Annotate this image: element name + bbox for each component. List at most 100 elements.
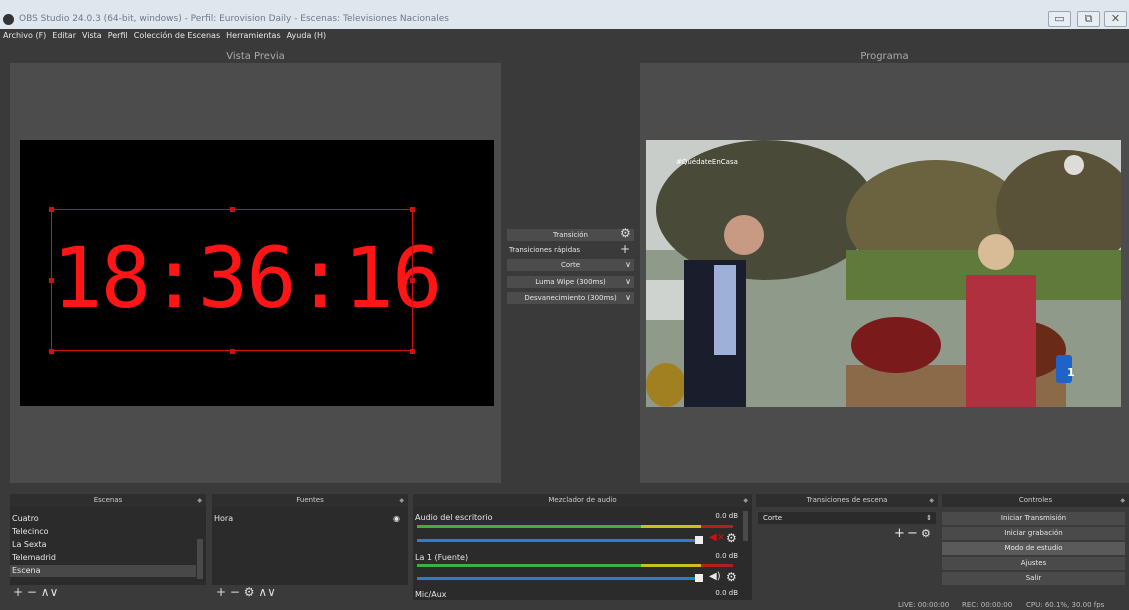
resize-handle[interactable]	[410, 349, 415, 354]
chevron-down-icon: ⇕	[926, 514, 932, 522]
quick-transition-item[interactable]: Corte ∨	[507, 259, 634, 271]
mixer-dock-header: Mezclador de audio ◆	[413, 494, 752, 507]
speaker-icon[interactable]: ◀)	[709, 571, 721, 582]
volume-meter-yellow	[641, 564, 701, 567]
controls-dock-header: Controles ◆	[942, 494, 1129, 507]
scrollbar[interactable]	[197, 539, 203, 579]
program-title: Programa	[860, 51, 909, 62]
volume-meter-red	[701, 525, 733, 528]
sources-list: Hora◉▪	[212, 507, 408, 585]
move-up-icon[interactable]: ∧	[258, 585, 267, 599]
remove-icon[interactable]: −	[230, 585, 240, 599]
resize-handle[interactable]	[410, 207, 415, 212]
muted-speaker-icon[interactable]: ◀×	[709, 532, 725, 543]
move-down-icon[interactable]: ∨	[267, 585, 276, 599]
menu-perfil[interactable]: Perfil	[105, 29, 131, 40]
eye-icon[interactable]: ◉	[393, 513, 400, 525]
scene-transitions-panel: Corte ⇕ + − ⚙	[756, 507, 938, 585]
add-icon[interactable]: +	[620, 242, 630, 256]
start-recording-button[interactable]: Iniciar grabación	[942, 527, 1125, 540]
transition-select-value: Corte	[763, 514, 783, 522]
scene-item[interactable]: La Sexta	[10, 539, 196, 551]
add-icon[interactable]: +	[216, 585, 226, 599]
menu-herramientas[interactable]: Herramientas	[223, 29, 284, 40]
resize-handle[interactable]	[410, 278, 415, 283]
settings-button[interactable]: Ajustes	[942, 557, 1125, 570]
resize-handle[interactable]	[230, 207, 235, 212]
mixer-channel-db: 0.0 dB	[715, 512, 738, 520]
scene-item[interactable]: Telecinco	[10, 526, 196, 538]
transition-select[interactable]: Corte ⇕	[758, 512, 936, 524]
scrollbar[interactable]	[743, 511, 748, 541]
program-video: #QuédateEnCasa 1	[646, 140, 1121, 407]
cpu-usage: CPU: 60.1%, 30.00 fps	[1026, 601, 1105, 609]
dock-float-icon[interactable]: ◆	[929, 494, 934, 507]
source-item[interactable]: Hora◉▪	[212, 513, 404, 525]
remove-icon[interactable]: −	[907, 526, 918, 541]
add-icon[interactable]: +	[13, 585, 23, 599]
live-time: LIVE: 00:00:00	[898, 601, 950, 609]
dock-float-icon[interactable]: ◆	[743, 494, 748, 507]
quick-transition-item[interactable]: Luma Wipe (300ms) ∨	[507, 276, 634, 288]
resize-handle[interactable]	[49, 207, 54, 212]
volume-meter	[417, 525, 641, 528]
sources-toolbar: + − ⚙ ∧∨	[216, 586, 276, 601]
rec-time: REC: 00:00:00	[962, 601, 1013, 609]
scene-item[interactable]: Cuatro	[10, 513, 196, 525]
audio-mixer: Audio del escritorio 0.0 dB ◀× ⚙ La 1 (F…	[413, 507, 752, 600]
quick-transition-label: Corte	[560, 261, 581, 269]
scenes-toolbar: + − ∧∨	[13, 586, 58, 601]
volume-slider[interactable]	[417, 539, 697, 542]
title-bar: OBS Studio 24.0.3 (64-bit, windows) - Pe…	[0, 0, 1129, 29]
menu-coleccion-escenas[interactable]: Colección de Escenas	[131, 29, 223, 40]
dock-float-icon[interactable]: ◆	[399, 494, 404, 507]
gear-icon[interactable]: ⚙	[726, 570, 737, 584]
menu-archivo[interactable]: Archivo (F)	[0, 29, 49, 40]
scenes-list: Cuatro Telecinco La Sexta Telemadrid Esc…	[10, 507, 206, 585]
remove-icon[interactable]: −	[27, 585, 37, 599]
close-button[interactable]: ✕	[1104, 11, 1127, 27]
preview-title: Vista Previa	[226, 51, 285, 62]
chevron-down-icon: ∨	[625, 277, 631, 286]
volume-slider-handle[interactable]	[695, 536, 703, 544]
gear-icon[interactable]: ⚙	[620, 226, 631, 240]
source-selection-box[interactable]	[51, 209, 413, 351]
start-streaming-button[interactable]: Iniciar Transmisión	[942, 512, 1125, 525]
resize-handle[interactable]	[49, 278, 54, 283]
sources-dock-title: Fuentes	[296, 496, 324, 504]
exit-button[interactable]: Salir	[942, 572, 1125, 585]
quick-transitions-label: Transiciones rápidas	[509, 246, 581, 254]
volume-slider-handle[interactable]	[695, 574, 703, 582]
chevron-down-icon: ∨	[625, 260, 631, 269]
minimize-button[interactable]: ▭	[1048, 11, 1071, 27]
studio-mode-button[interactable]: Modo de estudio	[942, 542, 1125, 555]
mixer-channel-db: 0.0 dB	[715, 589, 738, 597]
quick-transition-label: Desvanecimiento (300ms)	[524, 294, 617, 302]
scene-item[interactable]: Telemadrid	[10, 552, 196, 564]
transition-button[interactable]: Transición	[507, 229, 634, 241]
scene-item-selected[interactable]: Escena	[10, 565, 196, 577]
volume-meter-red	[701, 564, 733, 567]
gear-icon[interactable]: ⚙	[921, 527, 931, 540]
restore-button[interactable]: ⧉	[1077, 11, 1100, 27]
dock-float-icon[interactable]: ◆	[197, 494, 202, 507]
resize-handle[interactable]	[49, 349, 54, 354]
menu-bar: Archivo (F) Editar Vista Perfil Colección de…	[0, 29, 1129, 43]
add-icon[interactable]: +	[894, 526, 905, 541]
chevron-down-icon: ∨	[625, 293, 631, 302]
mixer-channel-name: Audio del escritorio	[415, 513, 493, 522]
resize-handle[interactable]	[230, 349, 235, 354]
menu-editar[interactable]: Editar	[49, 29, 79, 40]
quick-transition-item[interactable]: Desvanecimiento (300ms) ∨	[507, 292, 634, 304]
quick-transition-label: Luma Wipe (300ms)	[535, 278, 606, 286]
move-down-icon[interactable]: ∨	[50, 585, 59, 599]
dock-float-icon[interactable]: ◆	[1120, 494, 1125, 507]
move-up-icon[interactable]: ∧	[41, 585, 50, 599]
menu-ayuda[interactable]: Ayuda (H)	[284, 29, 330, 40]
gear-icon[interactable]: ⚙	[726, 531, 737, 545]
menu-vista[interactable]: Vista	[79, 29, 105, 40]
volume-slider[interactable]	[417, 577, 697, 580]
mixer-channel-name: La 1 (Fuente)	[415, 553, 469, 562]
video-frame-image	[646, 140, 1121, 407]
gear-icon[interactable]: ⚙	[244, 585, 255, 599]
